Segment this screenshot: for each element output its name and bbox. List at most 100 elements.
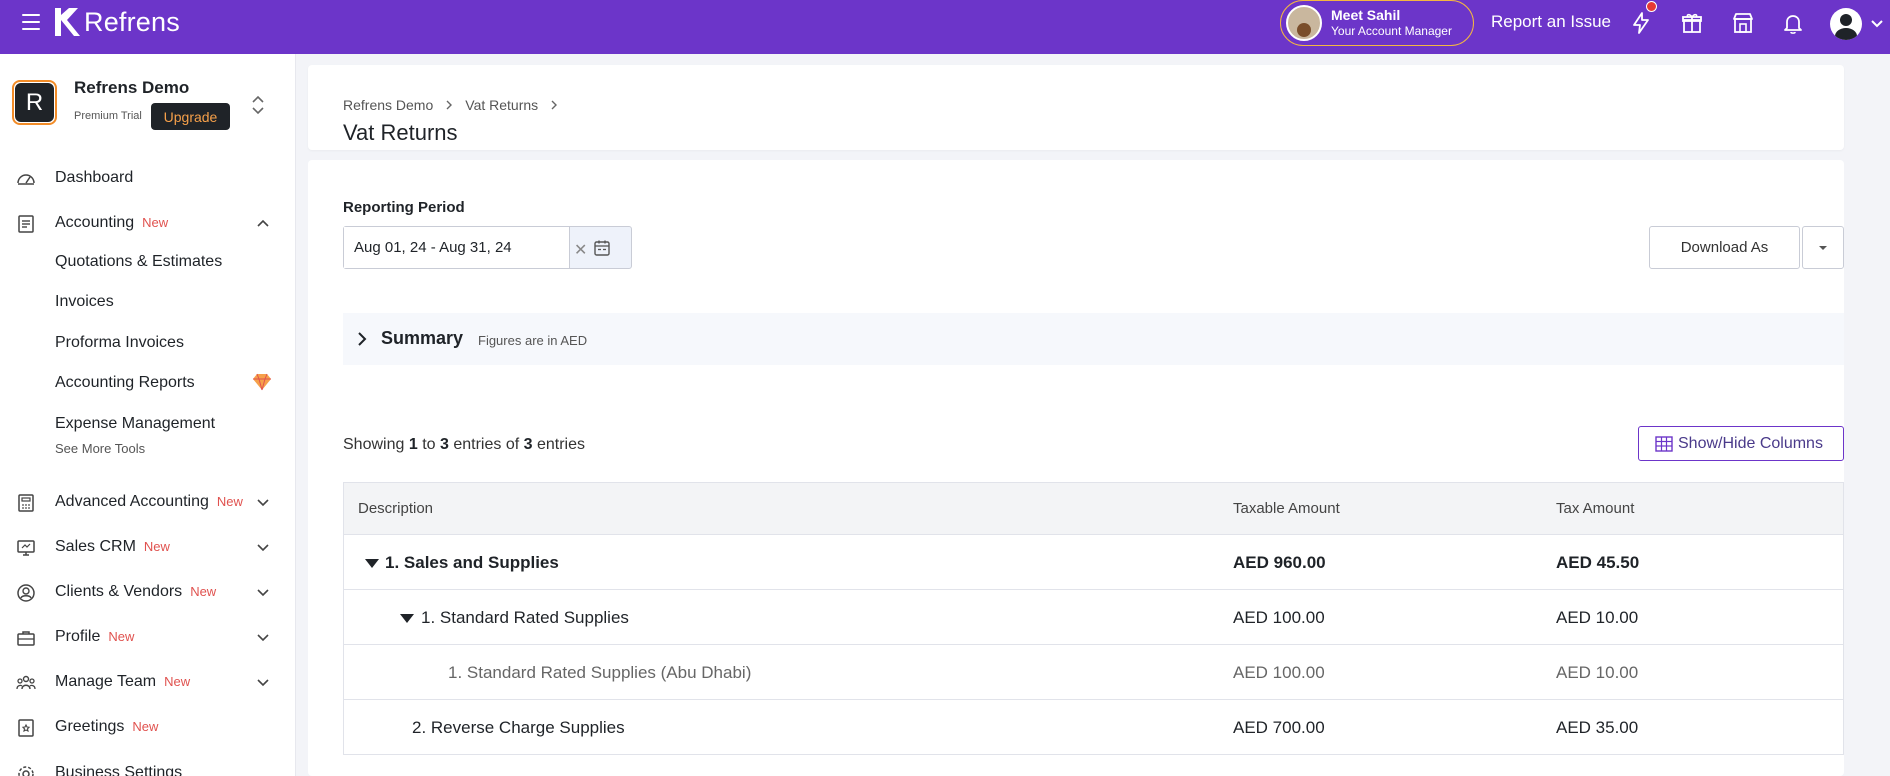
report-issue-link[interactable]: Report an Issue [1491,12,1611,32]
row-tax-amount: AED 10.00 [1556,608,1639,627]
new-badge: New [216,494,243,509]
sidebar-item-label: Manage Team [55,673,157,690]
sidebar-item-greetings[interactable]: Greetings New [0,710,295,744]
column-header[interactable]: Taxable Amount [1233,500,1340,517]
manager-role: Your Account Manager [1331,24,1452,38]
brand-logo[interactable]: Refrens [52,6,180,38]
vat-returns-table: Description Taxable Amount Tax Amount 1.… [343,482,1844,755]
collapse-caret-icon[interactable] [365,559,379,568]
new-badge: New [164,674,191,689]
breadcrumb-item[interactable]: Vat Returns [465,97,538,113]
show-hide-columns-button[interactable]: Show/Hide Columns [1638,426,1844,461]
user-circle-icon [16,583,36,603]
bell-icon[interactable] [1781,11,1805,35]
sidebar-subitem-label: Accounting Reports [55,374,195,391]
row-tax-amount: AED 45.50 [1556,553,1640,572]
caret-down-icon [1819,245,1827,250]
org-logo: R [12,80,57,125]
new-badge: New [142,215,169,230]
menu-icon[interactable] [22,14,40,30]
org-switcher[interactable]: R Refrens Demo Premium Trial Upgrade [12,78,282,132]
briefcase-icon [16,628,36,648]
sidebar-subitem-proforma-invoices[interactable]: Proforma Invoices [0,327,295,359]
gift-icon[interactable] [1680,11,1704,35]
sidebar-item-label: Dashboard [55,169,134,186]
sidebar-item-label: Advanced Accounting [55,493,209,510]
sidebar-subitem-invoices[interactable]: Invoices [0,286,295,318]
new-badge: New [190,584,217,599]
sidebar-item-accounting[interactable]: Accounting New [0,206,295,240]
row-description: 1. Standard Rated Supplies (Abu Dhabi) [448,663,752,682]
store-icon[interactable] [1731,11,1755,35]
notification-dot [1646,1,1657,12]
sidebar-item-label: Greetings [55,718,125,735]
sidebar-item-dashboard[interactable]: Dashboard [0,161,295,195]
clear-icon[interactable]: ✕ [574,240,587,260]
sidebar-item-advanced-accounting[interactable]: Advanced Accounting New [0,485,295,519]
sidebar-item-label: Clients & Vendors [55,583,183,600]
chevron-down-icon [257,634,269,642]
refrens-logo-icon [55,8,80,36]
download-as-button[interactable]: Download As [1649,226,1800,269]
row-taxable-amount: AED 100.00 [1233,608,1325,627]
lightning-icon[interactable] [1629,11,1653,35]
row-description: 1. Standard Rated Supplies [421,608,629,627]
org-name: Refrens Demo [74,78,190,97]
top-bar: Refrens Meet Sahil Your Account Manager … [0,0,1890,54]
breadcrumb: Refrens Demo Vat Returns [343,97,570,113]
see-more-tools-link[interactable]: See More Tools [55,441,145,456]
table-row: 2. Reverse Charge Supplies AED 700.00 AE… [344,700,1843,755]
upgrade-button[interactable]: Upgrade [151,103,230,130]
sidebar-subitem-label: Invoices [55,293,114,310]
collapse-caret-icon[interactable] [400,614,414,623]
chevron-down-icon [257,679,269,687]
new-badge: New [143,539,170,554]
table-header: Description Taxable Amount Tax Amount [344,483,1843,535]
summary-section[interactable]: Summary Figures are in AED [343,313,1844,365]
sidebar-subitem-expense-management[interactable]: Expense Management [0,408,295,440]
row-description: 2. Reverse Charge Supplies [412,718,625,737]
columns-grid-icon [1655,435,1673,452]
sidebar-item-clients-vendors[interactable]: Clients & Vendors New [0,575,295,609]
user-avatar-icon [1830,8,1862,40]
sidebar-item-business-settings[interactable]: Business Settings [0,756,295,776]
calendar-icon[interactable] [592,238,612,258]
speedometer-icon [16,169,36,189]
sidebar-item-label: Sales CRM [55,538,136,555]
table-row: 1. Standard Rated Supplies (Abu Dhabi) A… [344,645,1843,700]
brand-name: Refrens [84,6,180,37]
entries-count: Showing 1 to 3 entries of 3 entries [343,436,585,453]
summary-title: Summary [381,328,464,348]
sidebar-item-manage-team[interactable]: Manage Team New [0,665,295,699]
account-manager-chip[interactable]: Meet Sahil Your Account Manager [1280,0,1474,46]
row-taxable-amount: AED 700.00 [1233,718,1325,737]
column-header[interactable]: Description [358,500,433,517]
chevron-up-icon [257,219,269,227]
team-icon [16,673,36,693]
sidebar-subitem-label: Quotations & Estimates [55,253,223,270]
page-header: Refrens Demo Vat Returns Vat Returns [308,65,1844,150]
sidebar-item-label: Business Settings [55,764,183,776]
sidebar-item-sales-crm[interactable]: Sales CRM New [0,530,295,564]
user-menu[interactable] [1830,8,1884,40]
row-description: 1. Sales and Supplies [385,553,559,572]
document-icon [16,214,36,234]
sidebar-item-profile[interactable]: Profile New [0,620,295,654]
expand-collapse-icon[interactable] [250,94,266,116]
column-header[interactable]: Tax Amount [1556,500,1634,517]
calculator-icon [16,493,36,513]
row-taxable-amount: AED 100.00 [1233,663,1325,682]
manager-name: Meet Sahil [1331,7,1401,23]
chevron-down-icon [257,544,269,552]
download-options-dropdown[interactable] [1802,226,1844,269]
sidebar-subitem-label: Expense Management [55,415,216,432]
reporting-period-value: Aug 01, 24 - Aug 31, 24 [354,239,512,256]
sidebar-subitem-accounting-reports[interactable]: Accounting Reports [0,367,295,399]
breadcrumb-item[interactable]: Refrens Demo [343,97,433,113]
sidebar-subitem-quotations[interactable]: Quotations & Estimates [0,246,295,278]
chevron-right-icon [551,100,558,110]
new-badge: New [108,629,135,644]
sidebar-item-label: Profile [55,628,101,645]
table-row: 1. Sales and Supplies AED 960.00 AED 45.… [344,535,1843,590]
reporting-period-picker[interactable]: Aug 01, 24 - Aug 31, 24 ✕ [343,226,632,269]
